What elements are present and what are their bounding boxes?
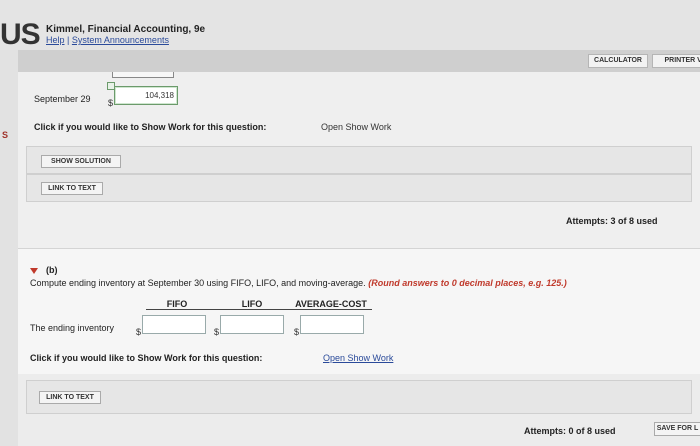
link-separator: |	[67, 35, 70, 45]
column-header-lifo: LIFO	[241, 299, 263, 309]
toolbar: CALCULATOR PRINTER VE	[18, 50, 700, 72]
system-announcements-link[interactable]: System Announcements	[72, 35, 169, 45]
part-b-label: (b)	[46, 265, 58, 275]
printer-version-button[interactable]: PRINTER VE	[652, 54, 700, 68]
instruction-text: Compute ending inventory at September 30…	[30, 278, 366, 288]
link-to-text-section-b: LINK TO TEXT	[26, 380, 692, 414]
average-cost-input[interactable]	[300, 315, 364, 334]
currency-lifo: $	[214, 327, 220, 337]
currency-average: $	[294, 327, 300, 337]
rail-letter: S	[2, 130, 9, 140]
part-b-instruction: Compute ending inventory at September 30…	[30, 278, 567, 288]
save-for-later-button[interactable]: SAVE FOR L	[654, 422, 700, 436]
open-show-work-link-b[interactable]: Open Show Work	[323, 353, 393, 363]
left-rail: S	[0, 50, 18, 446]
show-solution-button[interactable]: SHOW SOLUTION	[41, 155, 121, 168]
attempts-counter-a: Attempts: 3 of 8 used	[566, 216, 658, 226]
calculator-button[interactable]: CALCULATOR	[588, 54, 648, 68]
currency-symbol: $	[108, 98, 114, 108]
show-work-prompt-b: Click if you would like to Show Work for…	[30, 353, 263, 363]
attempts-counter-b: Attempts: 0 of 8 used	[524, 426, 616, 436]
lifo-input[interactable]	[220, 315, 284, 334]
date-label: September 29	[34, 94, 91, 104]
question-content: September 29 $ 104,318 Click if you woul…	[18, 72, 700, 446]
header-underline	[146, 309, 372, 310]
header-links: Help | System Announcements	[46, 35, 169, 45]
open-show-work-link-a[interactable]: Open Show Work	[321, 122, 391, 132]
ending-inventory-label: The ending inventory	[30, 323, 115, 333]
show-work-prompt-a: Click if you would like to Show Work for…	[34, 122, 267, 132]
link-to-text-button-b[interactable]: LINK TO TEXT	[39, 391, 101, 404]
previous-input-edge	[112, 72, 174, 78]
september-29-input[interactable]: 104,318	[114, 86, 178, 105]
column-header-average-cost: AVERAGE-COST	[295, 299, 367, 309]
link-to-text-section-a: LINK TO TEXT	[26, 174, 692, 202]
app-header: US Kimmel, Financial Accounting, 9e Help…	[0, 0, 700, 51]
link-to-text-button-a[interactable]: LINK TO TEXT	[41, 182, 103, 195]
logo: US	[0, 18, 41, 51]
rounding-note: (Round answers to 0 decimal places, e.g.…	[368, 278, 567, 288]
collapse-triangle-icon[interactable]	[30, 268, 38, 274]
fifo-input[interactable]	[142, 315, 206, 334]
show-solution-section: SHOW SOLUTION	[26, 146, 692, 174]
column-header-fifo: FIFO	[166, 299, 188, 309]
currency-fifo: $	[136, 327, 142, 337]
book-title: Kimmel, Financial Accounting, 9e	[46, 24, 206, 35]
part-b-panel: (b) Compute ending inventory at Septembe…	[18, 248, 700, 374]
help-link[interactable]: Help	[46, 35, 65, 45]
